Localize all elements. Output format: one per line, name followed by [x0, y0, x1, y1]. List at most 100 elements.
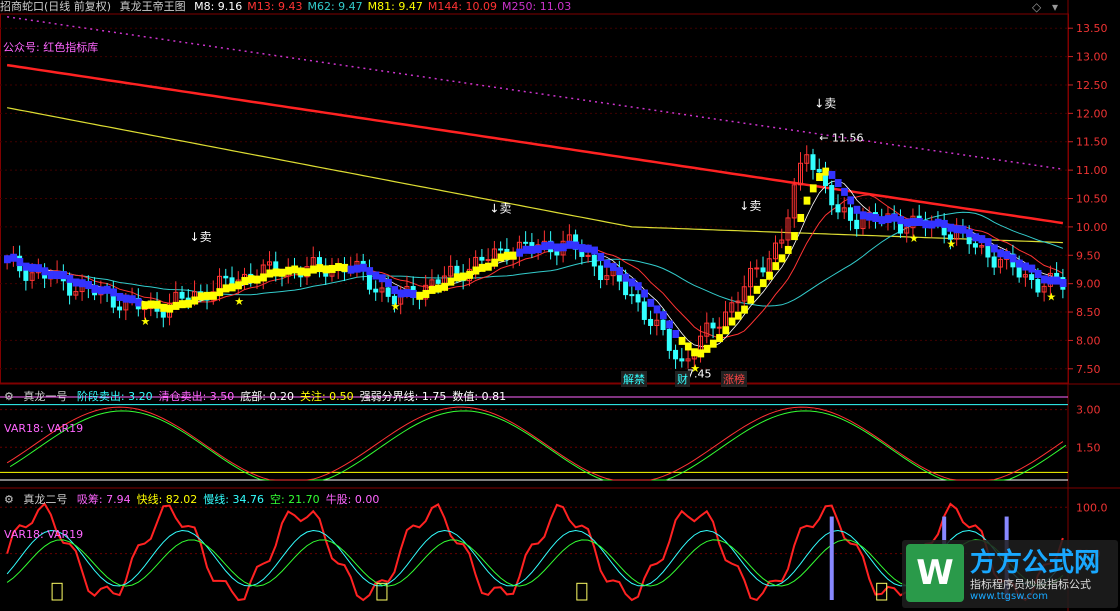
accumulate-box: [51, 582, 63, 601]
event-tag-jiejin[interactable]: 解禁: [621, 371, 647, 387]
candle-body: [223, 275, 229, 279]
blue-band: [991, 244, 998, 253]
blue-band: [91, 284, 99, 293]
blue-band: [60, 271, 67, 280]
candle-body: [373, 288, 379, 293]
blue-band: [909, 218, 917, 227]
blue-band: [1009, 254, 1017, 263]
panel3-value-1: 快线: 82.02: [136, 493, 198, 506]
watermark-brand: 方方公式网: [970, 548, 1101, 578]
blue-band: [978, 235, 986, 244]
candle-body: [666, 329, 672, 351]
candle-body: [1035, 279, 1041, 293]
candle-body: [710, 322, 716, 329]
candle-body: [754, 267, 760, 270]
blue-band: [1047, 276, 1055, 285]
yellow-band: [428, 285, 436, 294]
candle-body: [660, 319, 666, 331]
blue-band: [878, 216, 886, 225]
yellow-band: [253, 275, 261, 284]
blue-band: [97, 286, 105, 295]
yellow-band: [172, 301, 180, 310]
blue-band: [78, 279, 86, 288]
blue-band: [928, 220, 936, 229]
candle-body: [454, 265, 460, 274]
candle-body: [179, 291, 185, 299]
stock-chart[interactable]: 13.50 13.00 12.50 12.00 11.50 11.00 10.50 10.00…: [0, 0, 1120, 611]
y-tick-label: 8.50: [1076, 306, 1101, 319]
candle-body: [829, 185, 835, 206]
panel3-icon[interactable]: ⚙: [4, 493, 14, 506]
yellow-band: [460, 272, 467, 281]
yellow-band: [491, 258, 499, 267]
yellow-band: [435, 284, 442, 293]
yellow-band: [303, 268, 311, 277]
blue-band: [972, 233, 980, 242]
yellow-band: [703, 344, 711, 353]
event-tag-zhangbang[interactable]: 涨榜: [721, 371, 747, 387]
yellow-band: [160, 303, 167, 312]
blue-band: [1016, 259, 1023, 268]
panel2-value-5: 数值: 0.81: [452, 390, 507, 403]
candle-body: [160, 310, 166, 318]
panel3-legend: VAR18: VAR19: [4, 528, 84, 541]
candle-body: [835, 204, 841, 213]
yellow-band: [766, 271, 773, 280]
blue-band: [834, 179, 842, 188]
note-label: 公众号: 红色指标库: [3, 41, 99, 54]
blue-band: [853, 205, 861, 214]
blue-band: [859, 211, 867, 220]
yellow-band: [728, 317, 736, 326]
blue-band: [891, 213, 898, 222]
panel2-value-4: 强弱分界线: 1.75: [359, 390, 447, 403]
yellow-band: [191, 296, 199, 305]
sell-label: ↓卖: [739, 199, 761, 213]
yellow-band: [778, 254, 786, 263]
candle-body: [629, 294, 635, 297]
blue-band: [41, 267, 49, 276]
y-tick-label: 10.00: [1076, 221, 1108, 234]
panel2-icon[interactable]: ⚙: [4, 390, 14, 403]
blue-band: [353, 264, 361, 273]
yellow-band: [341, 263, 349, 272]
blue-band: [541, 242, 548, 251]
blue-band: [672, 329, 680, 338]
y-tick-label: 9.00: [1076, 278, 1101, 291]
blue-band: [85, 281, 92, 290]
star-icon: ★: [909, 232, 919, 245]
yellow-band: [266, 269, 274, 278]
ma144-line: [6, 63, 1064, 225]
yellow-band: [697, 349, 705, 358]
yellow-band: [791, 232, 798, 241]
blue-band: [559, 243, 567, 252]
blue-band: [616, 267, 623, 276]
yellow-band: [235, 281, 242, 290]
blue-band: [828, 170, 836, 179]
blue-band: [866, 212, 873, 221]
yellow-band: [147, 300, 155, 309]
yellow-band: [485, 262, 492, 271]
event-tag-cai[interactable]: 财: [675, 371, 690, 387]
blue-band: [903, 218, 911, 227]
panel2-name[interactable]: 真龙一号: [23, 390, 67, 403]
y-tick-label: 9.50: [1076, 249, 1101, 262]
y-tick-label: 13.50: [1076, 22, 1108, 35]
candle-body: [991, 256, 997, 268]
blue-band: [403, 289, 411, 298]
panel3-name[interactable]: 真龙二号: [23, 493, 67, 506]
blue-band: [410, 289, 417, 298]
star-icon: ★: [946, 238, 956, 251]
yellow-band: [803, 196, 811, 205]
blue-band: [1022, 262, 1030, 271]
blue-band: [378, 274, 386, 283]
blue-band: [35, 264, 42, 273]
yellow-band: [510, 251, 517, 260]
yellow-band: [316, 264, 324, 273]
star-icon: ★: [690, 362, 700, 375]
blue-band: [1034, 270, 1042, 279]
blue-band: [953, 225, 961, 234]
blue-band: [566, 240, 573, 249]
watermark-url: www.ttgsw.com: [970, 591, 1048, 602]
candle-body: [854, 219, 860, 230]
yellow-band: [684, 342, 692, 351]
